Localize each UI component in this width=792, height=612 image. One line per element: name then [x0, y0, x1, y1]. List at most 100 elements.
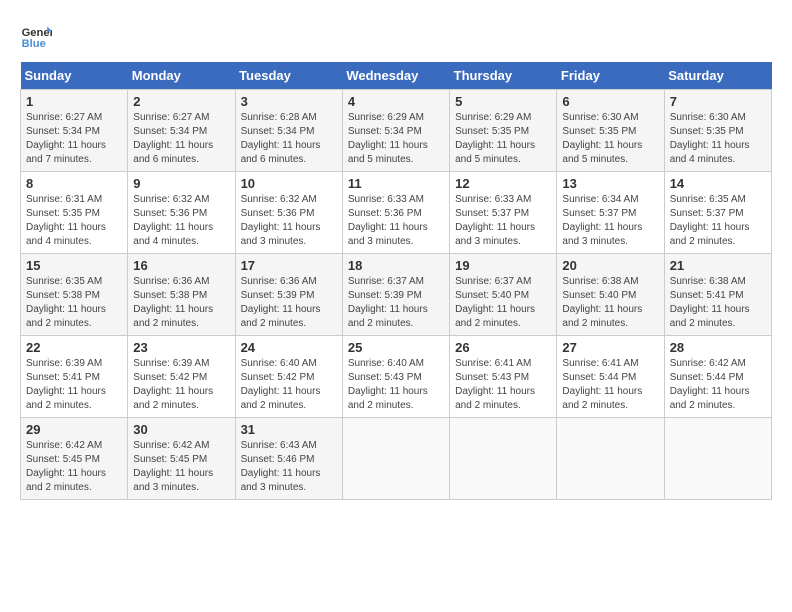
calendar-cell: 11 Sunrise: 6:33 AM Sunset: 5:36 PM Dayl… — [342, 172, 449, 254]
day-info: Sunrise: 6:29 AM Sunset: 5:34 PM Dayligh… — [348, 111, 444, 167]
calendar-cell — [557, 418, 664, 500]
day-number: 3 — [241, 94, 337, 109]
day-number: 24 — [241, 340, 337, 355]
day-number: 21 — [670, 258, 766, 273]
day-info: Sunrise: 6:31 AM Sunset: 5:35 PM Dayligh… — [26, 193, 122, 249]
calendar-cell: 23 Sunrise: 6:39 AM Sunset: 5:42 PM Dayl… — [128, 336, 235, 418]
day-number: 31 — [241, 422, 337, 437]
calendar-cell: 8 Sunrise: 6:31 AM Sunset: 5:35 PM Dayli… — [21, 172, 128, 254]
calendar-cell — [342, 418, 449, 500]
calendar-cell: 3 Sunrise: 6:28 AM Sunset: 5:34 PM Dayli… — [235, 90, 342, 172]
day-info: Sunrise: 6:35 AM Sunset: 5:38 PM Dayligh… — [26, 275, 122, 331]
day-info: Sunrise: 6:27 AM Sunset: 5:34 PM Dayligh… — [133, 111, 229, 167]
calendar-cell: 9 Sunrise: 6:32 AM Sunset: 5:36 PM Dayli… — [128, 172, 235, 254]
calendar-header-row: SundayMondayTuesdayWednesdayThursdayFrid… — [21, 62, 772, 90]
day-number: 10 — [241, 176, 337, 191]
column-header-sunday: Sunday — [21, 62, 128, 90]
day-info: Sunrise: 6:39 AM Sunset: 5:41 PM Dayligh… — [26, 357, 122, 413]
day-info: Sunrise: 6:37 AM Sunset: 5:39 PM Dayligh… — [348, 275, 444, 331]
day-number: 13 — [562, 176, 658, 191]
calendar-cell: 12 Sunrise: 6:33 AM Sunset: 5:37 PM Dayl… — [450, 172, 557, 254]
day-number: 29 — [26, 422, 122, 437]
calendar-cell — [664, 418, 771, 500]
column-header-saturday: Saturday — [664, 62, 771, 90]
calendar-cell: 22 Sunrise: 6:39 AM Sunset: 5:41 PM Dayl… — [21, 336, 128, 418]
calendar-cell — [450, 418, 557, 500]
day-info: Sunrise: 6:42 AM Sunset: 5:45 PM Dayligh… — [133, 439, 229, 495]
day-info: Sunrise: 6:39 AM Sunset: 5:42 PM Dayligh… — [133, 357, 229, 413]
calendar-cell: 4 Sunrise: 6:29 AM Sunset: 5:34 PM Dayli… — [342, 90, 449, 172]
day-number: 6 — [562, 94, 658, 109]
calendar-cell: 25 Sunrise: 6:40 AM Sunset: 5:43 PM Dayl… — [342, 336, 449, 418]
day-info: Sunrise: 6:43 AM Sunset: 5:46 PM Dayligh… — [241, 439, 337, 495]
day-info: Sunrise: 6:40 AM Sunset: 5:42 PM Dayligh… — [241, 357, 337, 413]
calendar-week-row: 1 Sunrise: 6:27 AM Sunset: 5:34 PM Dayli… — [21, 90, 772, 172]
calendar-cell: 1 Sunrise: 6:27 AM Sunset: 5:34 PM Dayli… — [21, 90, 128, 172]
day-info: Sunrise: 6:38 AM Sunset: 5:41 PM Dayligh… — [670, 275, 766, 331]
column-header-tuesday: Tuesday — [235, 62, 342, 90]
day-number: 30 — [133, 422, 229, 437]
day-info: Sunrise: 6:37 AM Sunset: 5:40 PM Dayligh… — [455, 275, 551, 331]
day-info: Sunrise: 6:41 AM Sunset: 5:44 PM Dayligh… — [562, 357, 658, 413]
calendar-cell: 5 Sunrise: 6:29 AM Sunset: 5:35 PM Dayli… — [450, 90, 557, 172]
day-info: Sunrise: 6:34 AM Sunset: 5:37 PM Dayligh… — [562, 193, 658, 249]
calendar-cell: 18 Sunrise: 6:37 AM Sunset: 5:39 PM Dayl… — [342, 254, 449, 336]
column-header-wednesday: Wednesday — [342, 62, 449, 90]
calendar-cell: 6 Sunrise: 6:30 AM Sunset: 5:35 PM Dayli… — [557, 90, 664, 172]
day-info: Sunrise: 6:42 AM Sunset: 5:44 PM Dayligh… — [670, 357, 766, 413]
day-number: 26 — [455, 340, 551, 355]
day-number: 27 — [562, 340, 658, 355]
calendar-cell: 16 Sunrise: 6:36 AM Sunset: 5:38 PM Dayl… — [128, 254, 235, 336]
day-info: Sunrise: 6:30 AM Sunset: 5:35 PM Dayligh… — [562, 111, 658, 167]
logo-icon: General Blue — [20, 20, 52, 52]
day-info: Sunrise: 6:33 AM Sunset: 5:36 PM Dayligh… — [348, 193, 444, 249]
day-number: 9 — [133, 176, 229, 191]
day-number: 8 — [26, 176, 122, 191]
calendar-week-row: 22 Sunrise: 6:39 AM Sunset: 5:41 PM Dayl… — [21, 336, 772, 418]
day-number: 18 — [348, 258, 444, 273]
calendar-cell: 30 Sunrise: 6:42 AM Sunset: 5:45 PM Dayl… — [128, 418, 235, 500]
day-number: 15 — [26, 258, 122, 273]
day-info: Sunrise: 6:42 AM Sunset: 5:45 PM Dayligh… — [26, 439, 122, 495]
page-header: General Blue — [20, 20, 772, 52]
calendar-cell: 26 Sunrise: 6:41 AM Sunset: 5:43 PM Dayl… — [450, 336, 557, 418]
calendar-week-row: 29 Sunrise: 6:42 AM Sunset: 5:45 PM Dayl… — [21, 418, 772, 500]
svg-text:Blue: Blue — [22, 38, 46, 50]
calendar-cell: 28 Sunrise: 6:42 AM Sunset: 5:44 PM Dayl… — [664, 336, 771, 418]
day-info: Sunrise: 6:36 AM Sunset: 5:39 PM Dayligh… — [241, 275, 337, 331]
calendar-cell: 15 Sunrise: 6:35 AM Sunset: 5:38 PM Dayl… — [21, 254, 128, 336]
day-number: 22 — [26, 340, 122, 355]
column-header-monday: Monday — [128, 62, 235, 90]
calendar-cell: 24 Sunrise: 6:40 AM Sunset: 5:42 PM Dayl… — [235, 336, 342, 418]
day-info: Sunrise: 6:27 AM Sunset: 5:34 PM Dayligh… — [26, 111, 122, 167]
day-number: 2 — [133, 94, 229, 109]
calendar-cell: 29 Sunrise: 6:42 AM Sunset: 5:45 PM Dayl… — [21, 418, 128, 500]
day-info: Sunrise: 6:36 AM Sunset: 5:38 PM Dayligh… — [133, 275, 229, 331]
day-number: 28 — [670, 340, 766, 355]
day-number: 5 — [455, 94, 551, 109]
calendar-cell: 27 Sunrise: 6:41 AM Sunset: 5:44 PM Dayl… — [557, 336, 664, 418]
day-number: 19 — [455, 258, 551, 273]
day-info: Sunrise: 6:41 AM Sunset: 5:43 PM Dayligh… — [455, 357, 551, 413]
calendar-cell: 17 Sunrise: 6:36 AM Sunset: 5:39 PM Dayl… — [235, 254, 342, 336]
day-number: 23 — [133, 340, 229, 355]
day-number: 7 — [670, 94, 766, 109]
day-info: Sunrise: 6:33 AM Sunset: 5:37 PM Dayligh… — [455, 193, 551, 249]
logo: General Blue — [20, 20, 52, 52]
calendar-cell: 31 Sunrise: 6:43 AM Sunset: 5:46 PM Dayl… — [235, 418, 342, 500]
calendar-cell: 13 Sunrise: 6:34 AM Sunset: 5:37 PM Dayl… — [557, 172, 664, 254]
calendar-cell: 20 Sunrise: 6:38 AM Sunset: 5:40 PM Dayl… — [557, 254, 664, 336]
day-info: Sunrise: 6:38 AM Sunset: 5:40 PM Dayligh… — [562, 275, 658, 331]
calendar-cell: 14 Sunrise: 6:35 AM Sunset: 5:37 PM Dayl… — [664, 172, 771, 254]
calendar-cell: 7 Sunrise: 6:30 AM Sunset: 5:35 PM Dayli… — [664, 90, 771, 172]
calendar-cell: 2 Sunrise: 6:27 AM Sunset: 5:34 PM Dayli… — [128, 90, 235, 172]
day-number: 1 — [26, 94, 122, 109]
day-info: Sunrise: 6:40 AM Sunset: 5:43 PM Dayligh… — [348, 357, 444, 413]
day-number: 20 — [562, 258, 658, 273]
calendar-table: SundayMondayTuesdayWednesdayThursdayFrid… — [20, 62, 772, 500]
calendar-cell: 10 Sunrise: 6:32 AM Sunset: 5:36 PM Dayl… — [235, 172, 342, 254]
day-number: 14 — [670, 176, 766, 191]
day-info: Sunrise: 6:32 AM Sunset: 5:36 PM Dayligh… — [241, 193, 337, 249]
column-header-friday: Friday — [557, 62, 664, 90]
day-number: 11 — [348, 176, 444, 191]
